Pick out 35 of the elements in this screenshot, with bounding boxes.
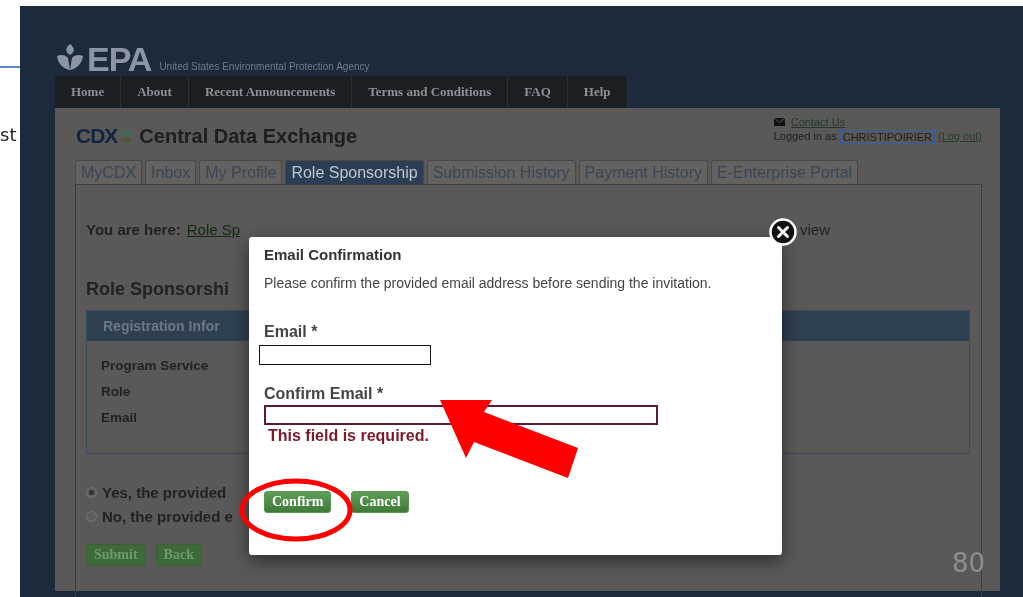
field-label: Email *	[264, 323, 318, 341]
breadcrumb-label: You are here:	[86, 221, 181, 238]
agency-logo: EPA	[87, 42, 152, 76]
field-label: Email	[101, 409, 138, 427]
logout-link[interactable]: (Log out)	[937, 130, 982, 144]
swoosh-icon	[119, 128, 134, 144]
field-label: Confirm Email *	[264, 385, 384, 403]
slide-text: st	[0, 124, 17, 145]
dialog-message: Please confirm the provided email address before sending the invitation.	[264, 275, 713, 291]
envelope-icon	[773, 118, 785, 126]
option-label: No, the provided e	[102, 507, 233, 525]
dialog-button[interactable]: Cancel	[351, 491, 409, 513]
error-message: This field is required.	[268, 427, 429, 445]
agency-name: United States Environmental Protection Agency	[159, 61, 370, 72]
login-label: Logged in as	[773, 130, 837, 144]
dialog-button[interactable]: Confirm	[264, 491, 332, 513]
dialog-title: Email Confirmation	[264, 246, 403, 263]
email-input[interactable]	[259, 345, 431, 365]
tab[interactable]: Role Sponsorship	[285, 160, 424, 184]
radio-button[interactable]	[86, 486, 97, 498]
breadcrumb-text: view	[800, 221, 830, 238]
username: CHRISTIPOIRIER	[839, 130, 935, 144]
breadcrumb-link[interactable]: Role Sp	[186, 221, 241, 238]
field-label: Program Service	[101, 357, 209, 375]
arrow-annotation-icon	[440, 400, 580, 480]
field-label: Role	[101, 383, 131, 401]
panel-title: Registration Infor	[103, 318, 220, 334]
radio-button[interactable]	[86, 510, 97, 522]
flower-logo-icon	[55, 42, 85, 72]
cdx-logo: CDX	[76, 124, 118, 148]
slide-number: 80	[952, 548, 986, 578]
circle-annotation-icon	[238, 477, 354, 543]
option-label: Yes, the provided	[102, 483, 227, 501]
site-title: Central Data Exchange	[139, 124, 358, 148]
page-heading: Role Sponsorshi	[86, 279, 229, 300]
